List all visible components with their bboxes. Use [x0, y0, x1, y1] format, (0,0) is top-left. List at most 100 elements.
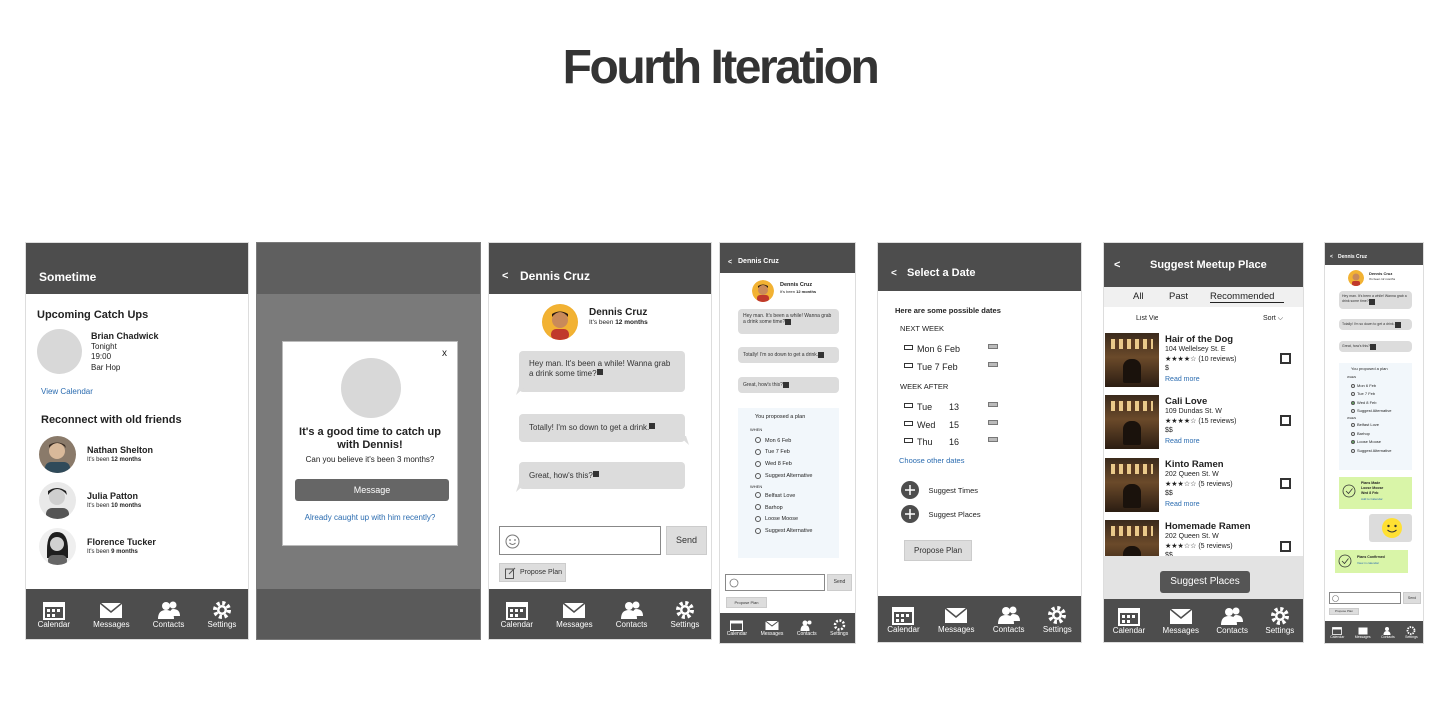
propose-plan-button[interactable]: Propose Plan — [726, 597, 767, 608]
tab-calendar[interactable]: Calendar — [501, 600, 533, 629]
time-picker[interactable] — [988, 420, 998, 425]
tab-calendar[interactable]: Calendar — [1330, 626, 1344, 639]
send-button[interactable]: Send — [1403, 592, 1421, 604]
tab-settings[interactable]: Settings — [1405, 625, 1418, 639]
place-option[interactable]: Belfast Love — [755, 491, 839, 503]
date-row[interactable]: Thu 16 — [904, 437, 1074, 446]
message-input[interactable] — [499, 526, 661, 555]
propose-plan-button[interactable]: Propose Plan — [1329, 608, 1359, 615]
date-option[interactable]: Suggest Alternative — [755, 471, 839, 483]
place-option[interactable]: Loose Moose — [1351, 438, 1412, 446]
date-row[interactable]: Tue 13 — [904, 402, 1074, 412]
tab-contacts[interactable]: Contacts — [993, 605, 1024, 634]
close-icon[interactable]: x — [442, 348, 447, 359]
back-button[interactable]: < — [728, 259, 732, 266]
tab-contacts[interactable]: Contacts — [1381, 626, 1395, 639]
sort-control[interactable]: Sort ⌵ — [1263, 315, 1283, 323]
tab-messages[interactable]: Messages — [93, 600, 130, 629]
time-picker[interactable] — [988, 344, 998, 349]
date-option[interactable]: Tue 7 Feb — [755, 447, 839, 459]
tab-settings[interactable]: Settings — [830, 619, 848, 637]
friend-row[interactable]: Nathan Shelton It's been 12 months — [39, 436, 239, 474]
tab-contacts[interactable]: Contacts — [616, 600, 647, 629]
time-picker[interactable] — [988, 437, 998, 442]
tab-settings[interactable]: Settings — [208, 600, 236, 629]
place-checkbox[interactable] — [1280, 353, 1291, 364]
catchup-time: 19:00 — [91, 352, 112, 361]
tab-contacts[interactable]: Contacts — [153, 600, 184, 629]
filter-recommended[interactable]: Recommended — [1210, 291, 1285, 303]
read-more-link[interactable]: Read more — [1165, 501, 1200, 508]
emoji-icon[interactable] — [1332, 595, 1339, 602]
add-calendar-link[interactable]: Add to Calendar — [1361, 497, 1383, 501]
list-item[interactable]: Cali Love 109 Dundas St. W ★★★★☆ (15 rev… — [1104, 395, 1303, 452]
filter-all[interactable]: All — [1133, 291, 1144, 302]
place-checkbox[interactable] — [1280, 478, 1291, 489]
date-option[interactable]: Wed 8 Feb — [1351, 399, 1412, 407]
back-button[interactable]: < — [1114, 259, 1120, 271]
tab-messages[interactable]: Messages — [556, 600, 593, 629]
tab-messages[interactable]: Messages — [1355, 626, 1371, 639]
place-option[interactable]: Belfast Love — [1351, 421, 1412, 429]
time-picker[interactable] — [988, 402, 998, 407]
time-picker[interactable] — [988, 362, 998, 367]
friend-row[interactable]: Florence Tucker It's been 9 months — [39, 528, 239, 566]
emoji-icon[interactable] — [729, 578, 739, 588]
back-button[interactable]: < — [502, 270, 508, 282]
date-option[interactable]: Mon 6 Feb — [755, 436, 839, 448]
date-option[interactable]: Wed 8 Feb — [755, 459, 839, 471]
tab-contacts[interactable]: Contacts — [797, 619, 817, 637]
date-option[interactable]: Suggest Alternative — [1351, 407, 1412, 415]
tab-contacts[interactable]: Contacts — [1216, 606, 1248, 635]
date-row[interactable]: Wed 15 — [904, 420, 1074, 430]
catchup-card[interactable]: Brian Chadwick Tonight 19:00 Bar Hop — [91, 331, 159, 373]
date-row[interactable]: Mon 6 Feb — [904, 344, 1074, 354]
list-item[interactable]: Kinto Ramen 202 Queen St. W ★★★☆☆ (5 rev… — [1104, 458, 1303, 515]
list-item[interactable]: Homemade Ramen 202 Queen St. W ★★★☆☆ (5 … — [1104, 520, 1303, 556]
place-option[interactable]: Loose Moose — [755, 514, 839, 526]
tab-settings[interactable]: Settings — [1265, 606, 1294, 635]
send-button[interactable]: Send — [666, 526, 707, 555]
list-view-toggle[interactable]: List Vie — [1136, 315, 1158, 322]
tab-calendar[interactable]: Calendar — [887, 605, 920, 634]
suggest-places-row[interactable]: Suggest Places — [901, 505, 981, 523]
message-input[interactable] — [725, 574, 825, 591]
place-name: Homemade Ramen — [1165, 521, 1251, 532]
suggest-places-button[interactable]: Suggest Places — [1160, 571, 1250, 593]
view-calendar-link[interactable]: View Calendar — [41, 387, 93, 396]
choose-other-dates-link[interactable]: Choose other dates — [899, 456, 964, 465]
suggest-times-row[interactable]: Suggest Times — [901, 481, 978, 499]
propose-plan-button[interactable]: Propose Plan — [904, 540, 972, 561]
tab-settings[interactable]: Settings — [1043, 605, 1072, 634]
send-button[interactable]: Send — [827, 574, 852, 591]
tab-messages[interactable]: Messages — [938, 605, 975, 634]
message-input[interactable] — [1329, 592, 1401, 604]
read-more-link[interactable]: Read more — [1165, 376, 1200, 383]
message-button[interactable]: Message — [295, 479, 449, 501]
date-option[interactable]: Mon 6 Feb — [1351, 382, 1412, 390]
date-option[interactable]: Tue 7 Feb — [1351, 390, 1412, 398]
tab-calendar[interactable]: Calendar — [727, 619, 747, 637]
date-row[interactable]: Tue 7 Feb — [904, 362, 1074, 372]
tab-calendar[interactable]: Calendar — [1113, 606, 1145, 635]
tab-calendar[interactable]: Calendar — [38, 600, 70, 629]
place-checkbox[interactable] — [1280, 415, 1291, 426]
place-option[interactable]: Barhop — [755, 503, 839, 515]
emoji-icon[interactable] — [505, 534, 520, 549]
friend-row[interactable]: Julia Patton It's been 10 months — [39, 482, 239, 520]
already-caught-up-link[interactable]: Already caught up with him recently? — [288, 513, 452, 522]
read-more-link[interactable]: Read more — [1165, 438, 1200, 445]
propose-plan-button[interactable]: Propose Plan — [499, 563, 566, 582]
place-option[interactable]: Barhop — [1351, 430, 1412, 438]
place-option[interactable]: Suggest Alternative — [1351, 447, 1412, 455]
place-checkbox[interactable] — [1280, 541, 1291, 552]
filter-past[interactable]: Past — [1169, 291, 1188, 302]
view-calendar-link[interactable]: View in calendar — [1357, 561, 1379, 565]
tab-settings[interactable]: Settings — [671, 600, 699, 629]
back-button[interactable]: < — [1330, 254, 1333, 260]
place-option[interactable]: Suggest Alternative — [755, 526, 839, 538]
back-button[interactable]: < — [891, 268, 897, 279]
tab-messages[interactable]: Messages — [761, 619, 783, 637]
list-item[interactable]: Hair of the Dog 104 Wellelsey St. E ★★★★… — [1104, 333, 1303, 390]
tab-messages[interactable]: Messages — [1163, 606, 1199, 635]
